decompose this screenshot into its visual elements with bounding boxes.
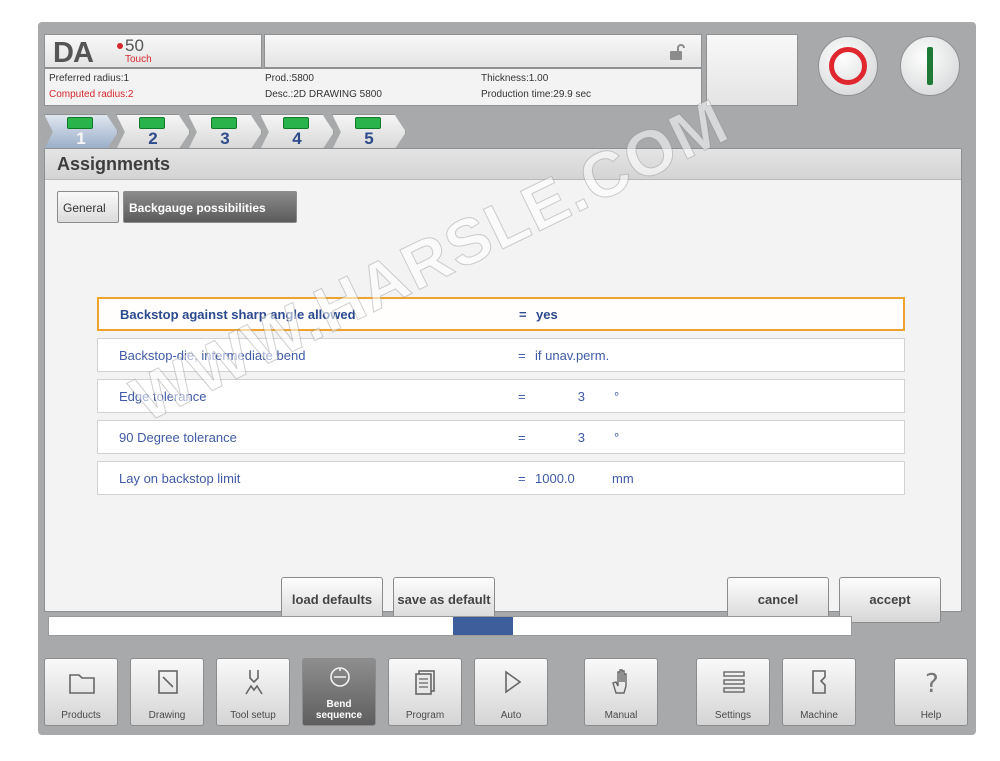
stop-icon <box>829 47 867 85</box>
product-description: Desc.:2D DRAWING 5800 <box>265 89 382 100</box>
param-row-sharp-angle[interactable]: Backstop against sharp angle allowed = y… <box>97 297 905 331</box>
nav-label: Manual <box>604 710 638 721</box>
message-strip <box>48 616 852 636</box>
nav-label: Settings <box>714 710 752 721</box>
param-row-intermediate-bend[interactable]: Backstop-die, intermediate bend = if una… <box>97 338 905 372</box>
nav-products[interactable]: Products <box>44 658 118 726</box>
param-label: Backstop against sharp angle allowed <box>120 307 356 322</box>
bend-step-number: 1 <box>76 129 86 148</box>
nav-bend-sequence[interactable]: Bend sequence <box>302 658 376 726</box>
bend-step-tab-2[interactable]: 2 <box>116 114 190 150</box>
accept-button[interactable]: accept <box>839 577 941 623</box>
bend-status-icon <box>67 117 93 129</box>
controller-screen: DA 50 Touch Preferred radius:1 Computed … <box>38 22 976 735</box>
logo-edition: Touch <box>125 54 152 65</box>
product-id: Prod.:5800 <box>265 73 314 84</box>
status-panel <box>706 34 798 106</box>
param-equals: = <box>518 389 526 404</box>
title-field <box>264 34 702 68</box>
nav-label: Program <box>405 710 445 721</box>
product-info-bar: Preferred radius:1 Computed radius:2 Pro… <box>44 68 702 106</box>
bend-step-tab-5[interactable]: 5 <box>332 114 406 150</box>
nav-label: Products <box>61 710 101 721</box>
tool-icon <box>245 670 263 695</box>
dialog-title-bar: Assignments <box>45 149 961 180</box>
param-row-backstop-limit[interactable]: Lay on backstop limit = 1000.0 mm <box>97 461 905 495</box>
help-icon: ? <box>925 669 939 697</box>
nav-settings[interactable]: Settings <box>696 658 770 726</box>
param-value: 1000.0 <box>535 471 575 486</box>
param-value: if unav.perm. <box>535 348 610 363</box>
dialog-title: Assignments <box>57 154 171 174</box>
param-value: yes <box>536 307 558 322</box>
nav-program[interactable]: Program <box>388 658 462 726</box>
nav-manual[interactable]: Manual <box>584 658 658 726</box>
logo-model: 50 <box>125 36 144 55</box>
drawing-icon <box>158 670 178 694</box>
nav-machine[interactable]: Machine <box>782 658 856 726</box>
tab-backgauge-possibilities[interactable]: Backgauge possibilities <box>123 191 297 223</box>
param-label: 90 Degree tolerance <box>119 430 237 445</box>
param-label: Backstop-die, intermediate bend <box>119 348 306 363</box>
thickness: Thickness:1.00 <box>481 73 549 84</box>
bend-status-icon <box>139 117 165 129</box>
bend-step-number: 5 <box>364 129 374 148</box>
computed-radius: Computed radius:2 <box>49 89 134 100</box>
nav-label: Drawing <box>148 710 186 721</box>
param-equals: = <box>519 307 527 322</box>
param-unit: mm <box>612 471 634 486</box>
start-icon <box>927 47 933 85</box>
logo: DA 50 Touch <box>44 34 262 69</box>
nav-label: Auto <box>500 710 522 721</box>
bend-step-tab-3[interactable]: 3 <box>188 114 262 150</box>
nav-auto[interactable]: Auto <box>474 658 548 726</box>
folder-icon <box>69 674 95 694</box>
nav-label: Tool setup <box>230 710 276 721</box>
logo-brand: DA <box>53 37 94 69</box>
bend-step-number: 4 <box>292 129 302 148</box>
assignments-dialog: Assignments General Backgauge possibilit… <box>44 148 962 623</box>
strip-marker <box>453 617 513 635</box>
machine-icon <box>812 670 826 694</box>
nav-drawing[interactable]: Drawing <box>130 658 204 726</box>
hand-icon <box>612 669 627 694</box>
stop-button[interactable] <box>818 36 878 96</box>
param-equals: = <box>518 430 526 445</box>
tab-general[interactable]: General <box>57 191 119 223</box>
bend-status-icon <box>355 117 381 129</box>
param-equals: = <box>518 471 526 486</box>
nav-tool-setup[interactable]: Tool setup <box>216 658 290 726</box>
nav-label: Bend sequence <box>315 699 363 721</box>
param-value: 3 <box>577 430 585 445</box>
param-value: 3 <box>577 389 585 404</box>
bend-status-icon <box>211 117 237 129</box>
param-equals: = <box>518 348 526 363</box>
nav-label: Machine <box>800 710 838 721</box>
param-row-90-degree-tolerance[interactable]: 90 Degree tolerance = 3 ° <box>97 420 905 454</box>
nav-help[interactable]: ? Help <box>894 658 968 726</box>
param-label: Lay on backstop limit <box>119 471 241 486</box>
program-icon <box>415 670 435 695</box>
logo-dot-icon <box>117 43 123 49</box>
param-label: Edge tolerance <box>119 389 207 404</box>
svg-text:?: ? <box>925 669 939 697</box>
bend-status-icon <box>283 117 309 129</box>
nav-label: Help <box>920 710 942 721</box>
bend-step-tab-1[interactable]: 1 <box>44 114 118 150</box>
bend-step-tab-4[interactable]: 4 <box>260 114 334 150</box>
play-icon <box>505 670 522 694</box>
bend-step-number: 2 <box>148 129 158 148</box>
bend-sequence-icon <box>330 667 350 687</box>
production-time: Production time:29.9 sec <box>481 89 592 100</box>
param-row-edge-tolerance[interactable]: Edge tolerance = 3 ° <box>97 379 905 413</box>
bend-step-number: 3 <box>220 129 230 148</box>
param-unit: ° <box>614 430 620 445</box>
param-unit: ° <box>614 389 620 404</box>
preferred-radius: Preferred radius:1 <box>49 73 130 84</box>
settings-icon <box>723 671 745 693</box>
start-button[interactable] <box>900 36 960 96</box>
unlock-icon[interactable] <box>669 43 685 61</box>
